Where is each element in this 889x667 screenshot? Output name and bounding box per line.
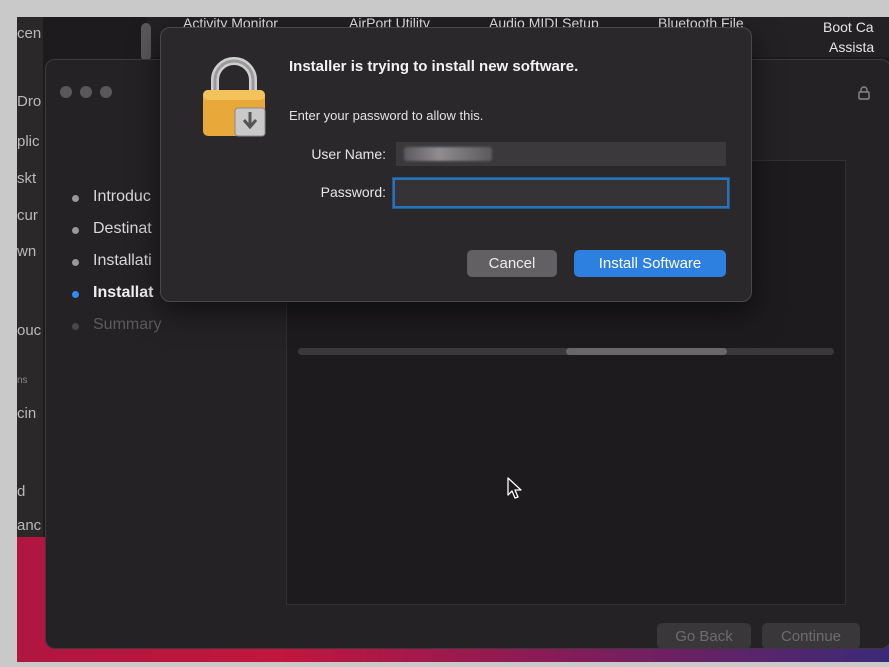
close-window-button[interactable]: [60, 86, 72, 98]
finder-sidebar: cen Dro plic skt cur wn ouc ns cin d anc: [17, 17, 43, 537]
step-label: Introduc: [93, 188, 151, 205]
cancel-button[interactable]: Cancel: [467, 250, 557, 277]
step-dot: [72, 195, 79, 202]
password-label: Password:: [320, 184, 386, 200]
go-back-button[interactable]: Go Back: [657, 623, 751, 648]
continue-button[interactable]: Continue: [762, 623, 860, 648]
dialog-title: Installer is trying to install new softw…: [289, 58, 579, 75]
step-dot: [72, 323, 79, 330]
user-name-label: User Name:: [311, 146, 386, 162]
step-label: Installat: [93, 284, 154, 301]
blurred-user-name: [404, 147, 492, 161]
installer-lock-icon: [197, 56, 271, 143]
column-scrollbar[interactable]: [141, 23, 151, 61]
install-progress-bar: [298, 348, 834, 355]
desktop-screen: cen Dro plic skt cur wn ouc ns cin d anc…: [17, 17, 889, 662]
dialog-subtitle: Enter your password to allow this.: [289, 108, 484, 123]
step-label: Summary: [93, 316, 162, 333]
install-progress-fill: [566, 348, 727, 355]
password-field[interactable]: [393, 178, 729, 208]
finder-sidebar-item[interactable]: cen: [17, 25, 57, 42]
step-dot-active: [72, 291, 79, 298]
step-dot: [72, 259, 79, 266]
step-label: Destinat: [93, 220, 152, 237]
step-dot: [72, 227, 79, 234]
step-summary: Summary: [72, 316, 272, 336]
user-name-field[interactable]: [396, 142, 726, 166]
mouse-pointer-icon: [507, 477, 523, 506]
app-name-boot-camp[interactable]: Boot Ca: [823, 19, 874, 35]
auth-dialog: Installer is trying to install new softw…: [160, 27, 752, 302]
lock-icon: [858, 86, 870, 103]
step-label: Installati: [93, 252, 152, 269]
app-name-boot-camp-line2[interactable]: Assista: [829, 39, 874, 55]
install-software-button[interactable]: Install Software: [574, 250, 726, 277]
zoom-window-button[interactable]: [100, 86, 112, 98]
minimize-window-button[interactable]: [80, 86, 92, 98]
